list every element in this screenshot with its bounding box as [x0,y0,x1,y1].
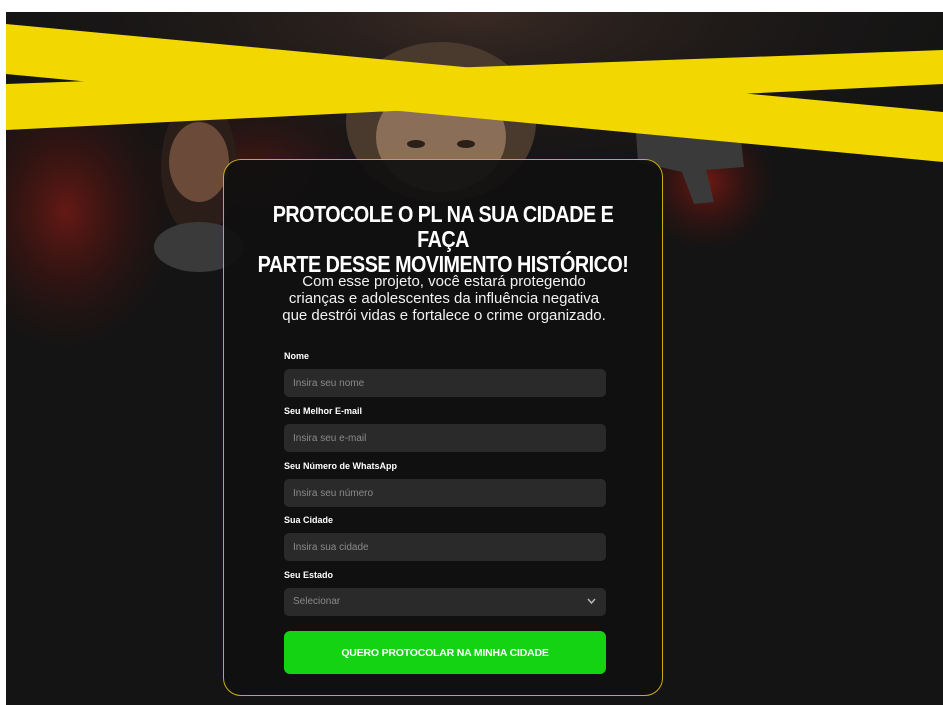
submit-protocol-button[interactable]: QUERO PROTOCOLAR NA MINHA CIDADE [284,631,606,674]
name-input[interactable] [284,369,606,397]
subheadline-line-1: Com esse projeto, você estará protegendo [302,273,586,290]
whatsapp-input[interactable] [284,479,606,507]
headline-line-1: PROTOCOLE O PL NA SUA CIDADE E FAÇA [272,201,614,252]
subheadline-line-2: crianças e adolescentes da influência ne… [288,290,600,307]
state-field-label: Seu Estado [284,570,334,580]
signup-form-card: PROTOCOLE O PL NA SUA CIDADE E FAÇA PART… [223,159,663,696]
email-input[interactable] [284,424,606,452]
chevron-down-icon [587,598,596,605]
email-field-label: Seu Melhor E-mail [284,406,363,416]
page-title: PROTOCOLE O PL NA SUA CIDADE E FAÇA PART… [255,202,632,277]
subheadline: Com esse projeto, você estará protegendo… [254,273,634,324]
caution-tape-decoration [6,24,943,162]
city-field-label: Sua Cidade [284,515,334,525]
name-field-label: Nome [284,351,310,361]
subheadline-line-3: que destrói vidas e fortalece o crime or… [282,307,606,324]
state-select[interactable]: Selecionar [284,588,606,616]
whatsapp-field-label: Seu Número de WhatsApp [284,461,398,471]
state-select-value: Selecionar [293,596,341,607]
city-input[interactable] [284,533,606,561]
page-background: PROTOCOLE O PL NA SUA CIDADE E FAÇA PART… [6,12,943,705]
